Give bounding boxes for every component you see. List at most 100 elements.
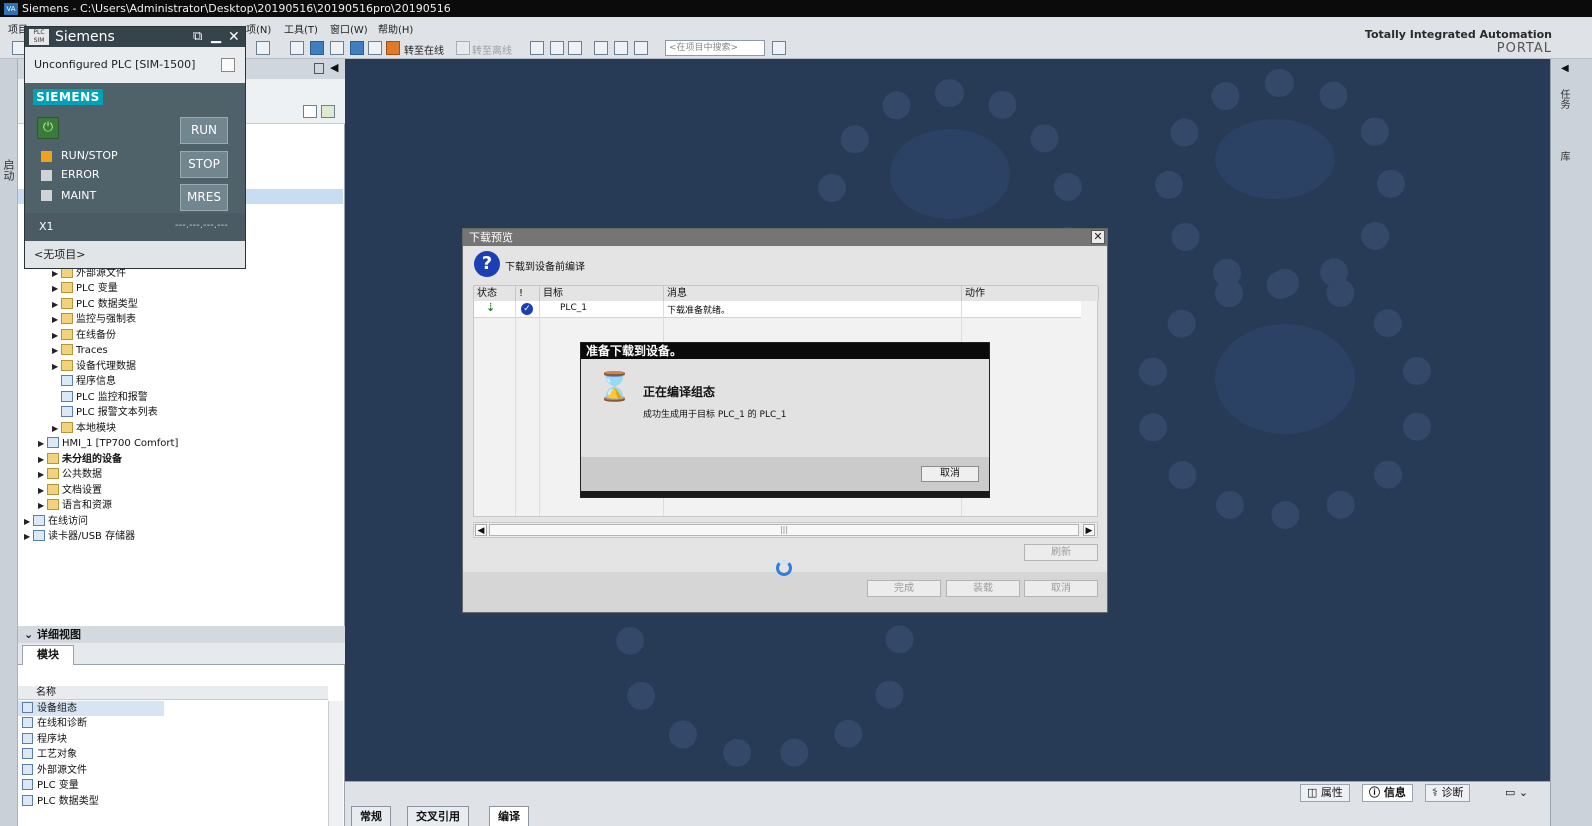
expand-arrow-icon[interactable]: ▶	[38, 452, 47, 467]
project-search-input[interactable]: <在项目中搜索>	[665, 40, 765, 56]
tree-item-ungrouped-devices[interactable]: ▶ 未分组的设备	[38, 452, 122, 467]
panel-minimize-icon[interactable]: ▭ ⌄	[1505, 786, 1528, 799]
dialog-title[interactable]: 下载预览	[463, 229, 1107, 246]
menu-insert[interactable]: 项(N)	[246, 21, 271, 36]
download-icon[interactable]	[310, 41, 324, 55]
expand-arrow-icon[interactable]: ▶	[52, 297, 61, 312]
tree-item-online-backups[interactable]: ▶ 在线备份	[52, 328, 116, 343]
start-tab[interactable]: 启动	[2, 159, 16, 181]
expand-arrow-icon[interactable]: ▶	[38, 436, 47, 451]
stop-simulation-icon[interactable]	[368, 41, 382, 55]
split-horizontal-icon[interactable]	[614, 41, 628, 55]
scroll-left-icon[interactable]: ◀	[475, 524, 487, 536]
tree-item-document-settings[interactable]: ▶ 文档设置	[38, 483, 102, 498]
inspector-tab-diagnostics[interactable]: ⚕ 诊断	[1425, 784, 1471, 802]
details-item-online-diagnostics[interactable]: 在线和诊断	[18, 716, 87, 731]
redo-icon[interactable]	[256, 41, 270, 55]
column-warning[interactable]: !	[516, 286, 540, 301]
libraries-tab[interactable]: 库	[1557, 151, 1571, 161]
refresh-button[interactable]: 刷新	[1024, 544, 1098, 561]
accessible-devices-icon[interactable]	[530, 41, 544, 55]
panel-minimize-icon[interactable]	[314, 63, 324, 74]
scroll-right-icon[interactable]: ▶	[1083, 524, 1095, 536]
details-scrollbar[interactable]	[328, 701, 343, 826]
popup-cancel-button[interactable]: 取消	[921, 466, 979, 482]
close-icon[interactable]: ✕	[228, 27, 240, 47]
view-toggle-icon[interactable]	[303, 105, 317, 118]
tree-item-alarm-text-lists[interactable]: PLC 报警文本列表	[52, 405, 158, 420]
go-online-button[interactable]: 转至在线	[404, 42, 444, 57]
restore-icon[interactable]: ⧉	[193, 27, 202, 47]
tree-item-common-data[interactable]: ▶ 公共数据	[38, 467, 102, 482]
expand-arrow-icon[interactable]: ▶	[24, 514, 33, 529]
tree-item-watch-tables[interactable]: ▶ 监控与强制表	[52, 312, 136, 327]
tree-item-local-modules[interactable]: ▶ 本地模块	[52, 421, 116, 436]
expand-arrow-icon[interactable]: ▶	[38, 498, 47, 513]
upload-icon[interactable]	[330, 41, 344, 55]
details-item-external-sources[interactable]: 外部源文件	[18, 763, 87, 778]
search-binoculars-icon[interactable]	[772, 41, 786, 55]
inspector-tab-properties[interactable]: ◫ 属性	[1300, 784, 1350, 802]
tree-item-plc-alarms[interactable]: PLC 监控和报警	[52, 390, 148, 405]
tree-item-hmi[interactable]: ▶ HMI_1 [TP700 Comfort]	[38, 436, 178, 451]
menu-help[interactable]: 帮助(H)	[378, 21, 413, 36]
compile-icon[interactable]	[290, 41, 304, 55]
table-row[interactable]: ⇣ ✓ PLC_1 下载准备就绪。	[474, 301, 1081, 318]
minimize-icon[interactable]: ▁	[211, 27, 221, 47]
start-simulation-icon[interactable]	[350, 41, 364, 55]
tab-modules[interactable]: 模块	[22, 645, 74, 665]
menu-window[interactable]: 窗口(W)	[330, 21, 368, 36]
column-message[interactable]: 消息	[664, 286, 962, 301]
column-status[interactable]: 状态	[474, 286, 516, 301]
cross-reference-icon[interactable]	[594, 41, 608, 55]
tab-cross-references[interactable]: 交叉引用	[407, 806, 469, 826]
details-column-header[interactable]: 名称	[18, 686, 328, 700]
expand-arrow-icon[interactable]: ▶	[52, 343, 61, 358]
details-item-technology-objects[interactable]: 工艺对象	[18, 747, 77, 762]
scroll-thumb[interactable]: |||	[489, 524, 1079, 536]
tree-item-plc-tags[interactable]: ▶ PLC 变量	[52, 281, 118, 296]
split-vertical-icon[interactable]	[634, 41, 648, 55]
stop-cpu-icon[interactable]	[568, 41, 582, 55]
tab-compile[interactable]: 编译	[489, 806, 529, 826]
details-item-plc-data-types[interactable]: PLC 数据类型	[18, 794, 99, 809]
inspector-tab-info[interactable]: ⓘ 信息	[1362, 784, 1413, 802]
power-icon[interactable]: ⏻	[37, 117, 59, 139]
expand-arrow-icon[interactable]: ▶	[52, 281, 61, 296]
tree-item-card-reader[interactable]: ▶ 读卡器/USB 存储器	[24, 529, 135, 544]
expand-arrow-icon[interactable]: ▶	[52, 421, 61, 436]
expand-arrow-icon[interactable]: ▶	[38, 467, 47, 482]
finish-button[interactable]: 完成	[867, 580, 941, 597]
column-action[interactable]: 动作	[962, 286, 1099, 301]
collapse-left-icon[interactable]: ◀	[330, 61, 338, 74]
tree-item-program-info[interactable]: 程序信息	[52, 374, 116, 389]
expand-arrow-icon[interactable]: ▶	[52, 328, 61, 343]
horizontal-scrollbar[interactable]: ◀ ||| ▶	[473, 522, 1098, 538]
collapse-right-icon[interactable]: ◀	[1561, 63, 1569, 74]
menu-tools[interactable]: 工具(T)	[284, 21, 318, 36]
details-item-program-blocks[interactable]: 程序块	[18, 732, 67, 747]
tab-general[interactable]: 常规	[351, 806, 391, 826]
details-item-plc-tags[interactable]: PLC 变量	[18, 778, 79, 793]
tree-item-device-proxy[interactable]: ▶ 设备代理数据	[52, 359, 136, 374]
tree-item-traces[interactable]: ▶ Traces	[52, 343, 108, 358]
expand-arrow-icon[interactable]: ▶	[52, 359, 61, 374]
mres-button[interactable]: MRES	[180, 184, 228, 211]
start-cpu-icon[interactable]	[550, 41, 564, 55]
expand-arrow-icon[interactable]: ▶	[24, 529, 33, 544]
tasks-tab[interactable]: 任务	[1557, 89, 1571, 109]
tree-item-languages[interactable]: ▶ 语言和资源	[38, 498, 112, 513]
stop-button[interactable]: STOP	[180, 151, 228, 178]
dialog-cancel-button[interactable]: 取消	[1024, 580, 1098, 597]
details-item-device-config[interactable]: 设备组态	[18, 701, 164, 716]
add-device-icon[interactable]	[321, 105, 335, 118]
run-button[interactable]: RUN	[180, 117, 228, 144]
tree-item-online-access[interactable]: ▶ 在线访问	[24, 514, 88, 529]
expand-view-icon[interactable]	[221, 58, 235, 72]
tree-item-plc-data-types[interactable]: ▶ PLC 数据类型	[52, 297, 138, 312]
dialog-close-button[interactable]: ✕	[1091, 230, 1105, 244]
column-target[interactable]: 目标	[540, 286, 664, 301]
go-online-icon[interactable]	[386, 41, 400, 55]
details-view-header[interactable]: ⌄ 详细视图	[18, 626, 345, 643]
expand-arrow-icon[interactable]: ▶	[52, 312, 61, 327]
